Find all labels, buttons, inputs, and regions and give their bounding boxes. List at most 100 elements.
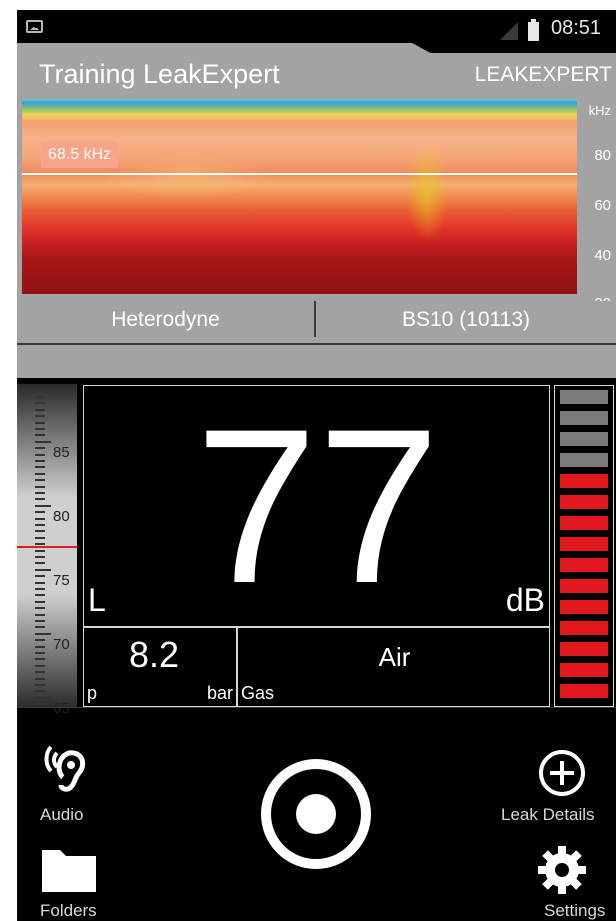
meter-tick [35,690,45,693]
meter-label: 75 [53,572,70,589]
status-bar: 08:51 [17,10,616,43]
record-button[interactable] [258,756,374,877]
meter-tick [35,440,51,443]
settings-label[interactable]: Settings [544,901,605,921]
title-bar: Training LeakExpert LEAKEXPERT [17,43,616,99]
meter-tick [35,703,45,706]
meter-tick [35,504,51,507]
tick-label: 80 [594,147,611,164]
meter-label: 80 [53,508,70,525]
meter-tick [35,543,45,546]
app-screen: 08:51 Training LeakExpert LEAKEXPERT 68.… [17,10,616,921]
meter-tick [35,645,45,648]
meter-label: 85 [53,444,70,461]
meter-tick [35,696,51,699]
folders-label[interactable]: Folders [40,901,97,921]
level-bar [560,432,608,446]
level-bar [560,642,608,656]
level-bar [560,558,608,572]
meter-tick [35,492,45,494]
level-bar [560,537,608,551]
signal-icon [500,22,518,40]
level-bar [560,579,608,593]
tick-label: 40 [594,247,611,264]
meter-tick [35,594,45,597]
level-bar [560,495,608,509]
leak-details-label[interactable]: Leak Details [501,805,595,825]
meter-tick [35,517,45,520]
spectrogram-panel: 68.5 kHz kHz 80 60 40 20 [17,99,616,312]
level-bar [560,621,608,635]
frequency-line[interactable] [22,173,577,175]
meter-tick [35,677,45,680]
level-scale-meter: 85 80 75 70 65 [17,384,77,717]
pressure-value: 8.2 [129,634,180,675]
level-bar [560,684,608,698]
gray-band [17,345,616,378]
record-icon [261,759,371,869]
pressure-box[interactable]: p 8.2 bar [83,627,237,707]
meter-tick [35,632,51,635]
level-bar [560,663,608,677]
level-bar [560,411,608,425]
meter-tick [35,485,45,488]
meter-label: 65 [53,700,70,717]
meter-tick [35,664,45,667]
meter-tick [35,498,45,501]
meter-tick [35,562,45,565]
meter-tick [35,511,45,514]
unit-label: dB [505,582,545,618]
ear-icon [44,745,86,792]
meter-tick [35,472,45,475]
meter-tick [35,415,45,418]
level-bar [560,390,608,404]
spectrogram[interactable]: 68.5 kHz [22,99,577,294]
meter-tick [35,620,45,622]
divider [17,707,616,708]
meter-tick [35,575,45,578]
leak-details-button[interactable] [537,748,587,803]
folders-button[interactable] [40,846,98,899]
meter-tick [35,684,45,686]
level-bar [560,453,608,467]
reading-box: 77 L dB [83,385,550,627]
level-label: L [88,582,106,618]
meter-tick [35,434,45,437]
pressure-unit: bar [206,683,233,703]
audio-label[interactable]: Audio [40,805,83,825]
status-time: 08:51 [551,17,602,39]
level-bar [560,474,608,488]
meter-tick [35,652,45,654]
decibel-value: 77 [195,383,440,629]
meter-tick [35,549,45,552]
meter-tick [35,536,45,539]
meter-tick [35,588,45,590]
photo-notification-icon [26,20,43,33]
level-bar [560,516,608,530]
meter-tick [35,581,45,584]
settings-button[interactable] [536,844,588,901]
gas-label: Gas [241,683,275,703]
meter-tick [35,402,45,405]
meter-tick [35,453,45,456]
meter-tick [35,466,45,469]
gas-box[interactable]: Gas Air [237,627,550,707]
meter-label: 70 [53,636,70,653]
sensor-label[interactable]: BS10 (10113) [316,308,616,332]
meter-tick [35,396,45,398]
meter-tick [35,479,45,482]
folder-icon [42,850,96,892]
meter-tick [35,556,45,558]
meter-tick [35,421,45,424]
gas-value: Air [378,642,411,672]
meter-tick [35,460,45,462]
audio-button[interactable] [41,743,89,800]
level-bar [560,600,608,614]
meter-tick [35,639,45,642]
meter-tick [35,626,45,629]
meter-marker [17,546,77,548]
meter-tick [35,671,45,674]
pressure-label: p [87,683,98,703]
gear-icon [538,846,586,894]
mode-heterodyne[interactable]: Heterodyne [17,308,314,332]
